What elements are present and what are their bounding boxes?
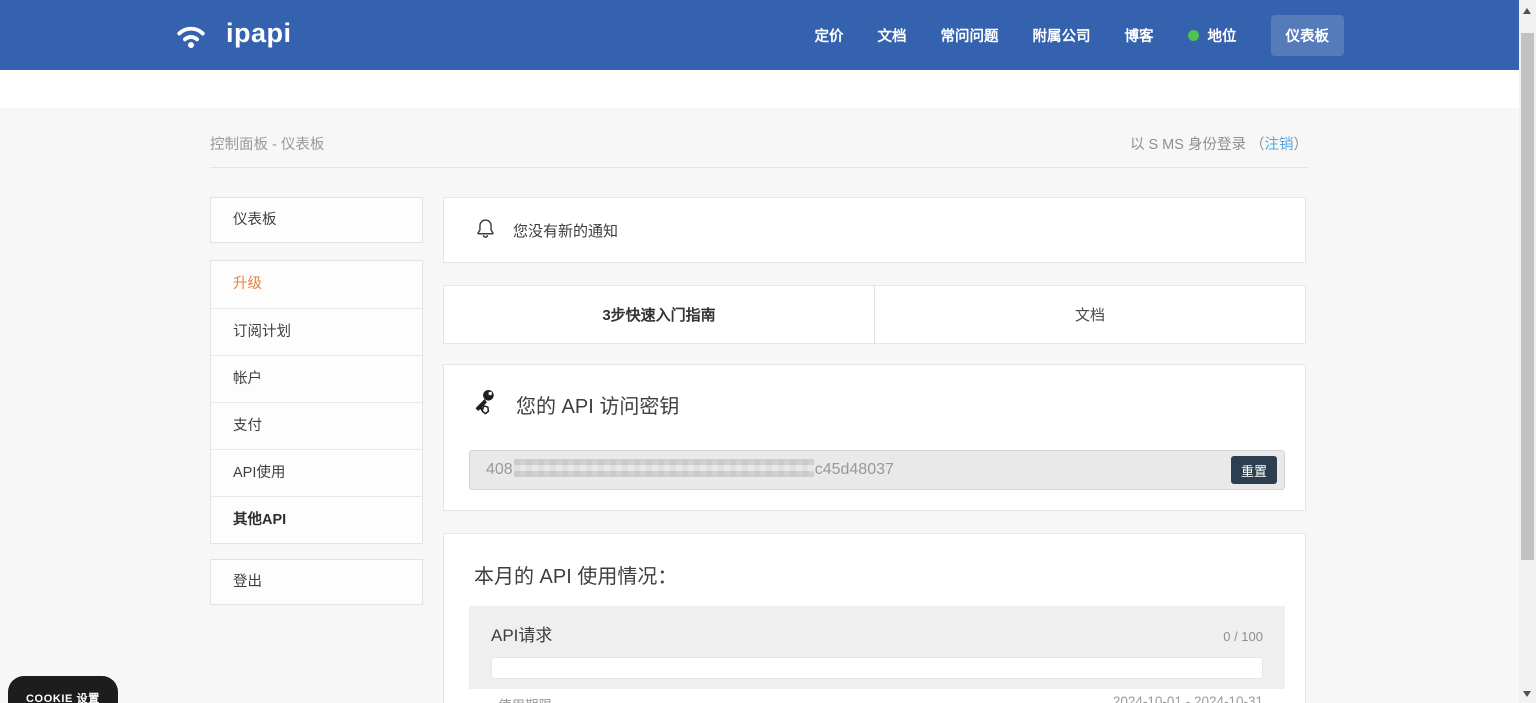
status-green-dot-icon	[1187, 29, 1199, 41]
usage-period-row: 使用期限 2024-10-01 - 2024-10-31	[444, 694, 1305, 703]
scrollbar-thumb[interactable]	[1521, 33, 1534, 560]
page: ipapi 定价 文档 常问问题 附属公司 博客 地位 仪表板 控制面板 - 仪…	[0, 0, 1536, 703]
paren-close: ）	[1293, 137, 1309, 153]
scrollbar-down-arrow-icon[interactable]	[1523, 691, 1531, 697]
api-key-card: 您的 API 访问密钥 408 c45d48037 重置	[443, 364, 1306, 511]
logout-link[interactable]: 注销	[1265, 137, 1294, 153]
usage-progress-bar	[491, 657, 1263, 679]
sidebar-item-dashboard[interactable]: 仪表板	[210, 197, 423, 243]
nav-link-faq[interactable]: 常问问题	[941, 25, 999, 46]
nav-link-docs[interactable]: 文档	[878, 25, 907, 46]
subheader-strip	[0, 70, 1536, 108]
api-key-value: 408 c45d48037	[486, 459, 894, 478]
nav-link-blog[interactable]: 博客	[1125, 25, 1154, 46]
nav-link-affiliates[interactable]: 附属公司	[1033, 25, 1091, 46]
wifi-icon	[168, 14, 214, 52]
usage-requests-count: 0 / 100	[1223, 629, 1263, 644]
sidebar-menu: 升级 订阅计划 帐户 支付 API使用 其他API	[210, 260, 423, 544]
usage-title: 本月的 API 使用情况：	[474, 566, 678, 588]
nav-link-status[interactable]: 地位	[1187, 25, 1237, 46]
tab-documentation[interactable]: 文档	[875, 286, 1305, 343]
login-text: 以 S MS 身份登录	[1129, 137, 1246, 153]
brand-logo[interactable]: ipapi	[168, 14, 292, 52]
quickstart-tabs-card: 3步快速入门指南 文档	[443, 285, 1306, 344]
login-info: 以 S MS 身份登录 （注销）	[1130, 133, 1308, 154]
navbar: ipapi 定价 文档 常问问题 附属公司 博客 地位 仪表板	[0, 0, 1536, 70]
sidebar-item-other-apis[interactable]: 其他API	[211, 496, 422, 543]
notification-text: 您没有新的通知	[513, 222, 619, 240]
usage-requests-header: API请求 0 / 100	[469, 606, 1285, 646]
api-key-header: 您的 API 访问密钥	[444, 365, 1305, 422]
nav-status-label: 地位	[1207, 28, 1237, 45]
nav-dashboard-button[interactable]: 仪表板	[1270, 14, 1344, 56]
nav-link-pricing[interactable]: 定价	[815, 25, 844, 46]
scrollbar-up-arrow-icon[interactable]	[1523, 8, 1531, 14]
notification-card: 您没有新的通知	[443, 197, 1306, 263]
cookie-settings-button[interactable]: COOKIE 设置	[8, 676, 118, 703]
usage-period-label: 使用期限	[498, 694, 552, 703]
api-usage-card: 本月的 API 使用情况： API请求 0 / 100 使用期限 2024-10…	[443, 533, 1306, 703]
breadcrumb: 控制面板 - 仪表板	[210, 137, 325, 153]
tab-quickstart-guide[interactable]: 3步快速入门指南	[444, 286, 875, 343]
paren-open: （	[1250, 137, 1265, 153]
breadcrumb-row: 控制面板 - 仪表板 以 S MS 身份登录 （注销）	[210, 133, 1308, 168]
navbar-links: 定价 文档 常问问题 附属公司 博客 地位 仪表板	[815, 0, 1344, 70]
api-key-field[interactable]: 408 c45d48037 重置	[469, 450, 1285, 490]
vertical-scrollbar[interactable]	[1519, 0, 1536, 703]
sidebar-item-logout[interactable]: 登出	[210, 559, 423, 605]
usage-requests-box: API请求 0 / 100	[469, 606, 1285, 689]
redacted-key-mosaic	[513, 459, 814, 477]
bell-icon	[474, 217, 497, 244]
sidebar-item-subscription[interactable]: 订阅计划	[211, 308, 422, 355]
reset-key-button[interactable]: 重置	[1230, 456, 1277, 484]
usage-period-value: 2024-10-01 - 2024-10-31	[1112, 694, 1263, 703]
usage-requests-label: API请求	[491, 626, 553, 645]
key-icon	[470, 387, 498, 422]
sidebar-item-api-usage[interactable]: API使用	[211, 449, 422, 496]
api-key-title: 您的 API 访问密钥	[516, 396, 680, 418]
sidebar-item-account[interactable]: 帐户	[211, 355, 422, 402]
sidebar-item-payment[interactable]: 支付	[211, 402, 422, 449]
brand-name: ipapi	[226, 17, 292, 48]
sidebar-item-upgrade[interactable]: 升级	[211, 261, 422, 308]
